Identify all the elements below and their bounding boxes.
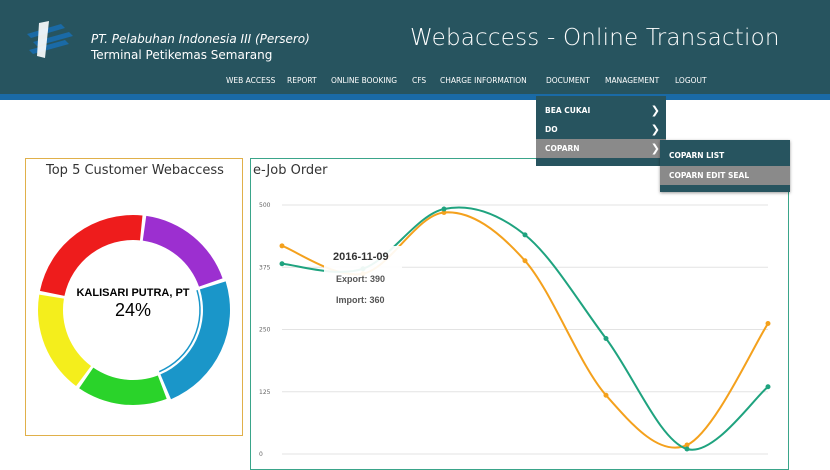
data-point[interactable] [765,321,771,327]
data-point[interactable] [684,446,690,452]
company-subtitle: Terminal Petikemas Semarang [91,48,273,62]
company-name: PT. Pelabuhan Indonesia III (Persero) [91,32,310,46]
menu-item-label: COPARN [545,144,580,153]
submenu-item-coparn-edit-seal[interactable]: COPARN EDIT SEAL [660,166,790,185]
y-tick-label: 0 [259,451,263,457]
donut-highlight-label: KALISARI PUTRA, PT [76,287,190,299]
pelindo-logo-icon [27,21,73,58]
nav-cfs[interactable]: CFS [412,76,426,85]
data-point[interactable] [522,232,528,238]
main-nav: WEB ACCESS REPORT ONLINE BOOKING CFS CHA… [0,72,830,92]
submenu-item-label: COPARN EDIT SEAL [669,171,750,180]
menu-item-label: BEA CUKAI [545,106,591,115]
nav-report[interactable]: REPORT [287,76,317,85]
chart-tooltip-import: Import: 360 [336,295,385,305]
coparn-submenu: COPARN LIST COPARN EDIT SEAL [660,140,790,192]
data-point[interactable] [279,261,285,267]
app-title: Webaccess - Online Transaction [410,25,780,51]
data-point[interactable] [765,384,771,390]
y-tick-label: 375 [259,264,271,271]
donut-slice[interactable] [142,215,223,287]
menu-item-do[interactable]: DO ❯ [536,120,666,139]
menu-item-bea-cukai[interactable]: BEA CUKAI ❯ [536,101,666,120]
donut-slice[interactable] [79,367,167,405]
header-bar: PT. Pelabuhan Indonesia III (Persero) Te… [0,0,830,94]
nav-management[interactable]: MANAGEMENT [605,76,659,85]
chevron-right-icon: ❯ [650,123,660,136]
data-point[interactable] [441,206,447,212]
data-point[interactable] [279,243,285,249]
y-tick-label: 125 [259,389,271,396]
job-order-line-chart: 500 375 250 125 0 [259,202,771,457]
nav-charge-information[interactable]: CHARGE INFORMATION [440,76,527,85]
donut-highlight-percent: 24% [114,300,152,320]
chevron-right-icon: ❯ [650,142,660,155]
submenu-item-label: COPARN LIST [669,151,725,160]
menu-item-label: DO [545,125,558,134]
data-point[interactable] [603,335,609,341]
series-line [281,206,769,451]
document-dropdown-menu: BEA CUKAI ❯ DO ❯ COPARN ❯ [536,96,666,166]
nav-logout[interactable]: LOGOUT [675,76,707,85]
data-point[interactable] [522,258,528,264]
y-tick-label: 250 [259,327,271,334]
chevron-right-icon: ❯ [650,104,660,117]
header-stripe [0,94,830,100]
chart-tooltip-export: Export: 390 [336,274,386,284]
nav-web-access[interactable]: WEB ACCESS [226,76,275,85]
nav-document[interactable]: DOCUMENT [546,76,590,85]
menu-item-coparn[interactable]: COPARN ❯ [536,139,666,158]
chart-tooltip-date: 2016-11-09 [333,251,389,263]
donut-slice[interactable] [39,215,143,296]
data-point[interactable] [603,392,609,398]
nav-online-booking[interactable]: ONLINE BOOKING [331,76,397,85]
submenu-item-coparn-list[interactable]: COPARN LIST [660,146,790,165]
y-tick-label: 500 [259,202,271,209]
